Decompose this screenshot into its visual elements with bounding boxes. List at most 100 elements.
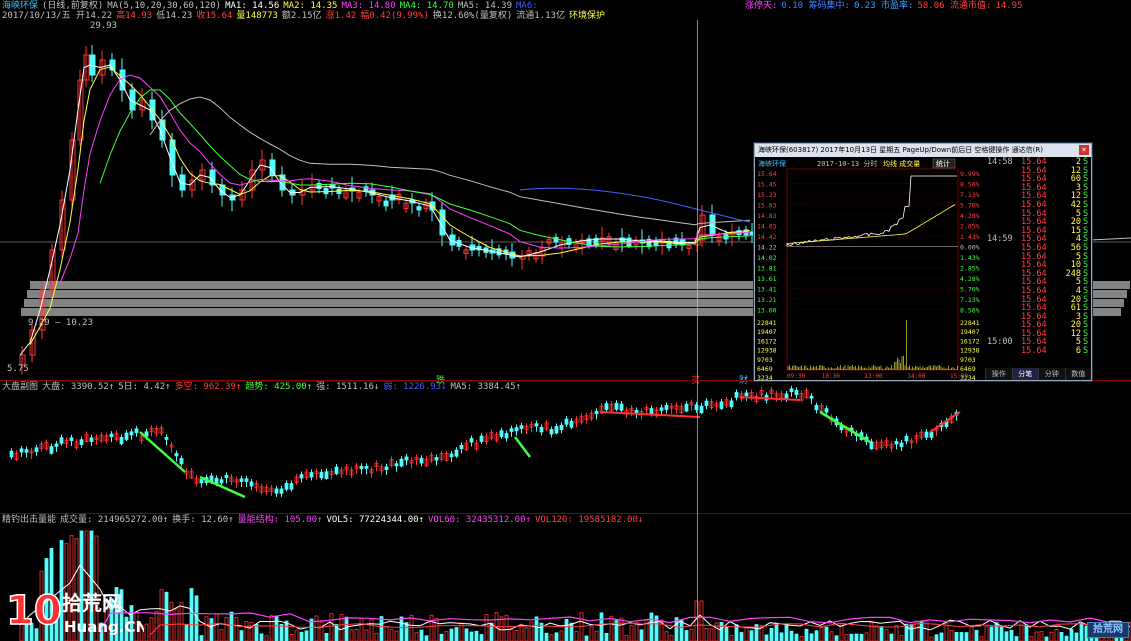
index-candle-body [309,472,314,478]
index-candle-body [504,433,509,439]
volume-bar [789,630,794,641]
index-candle-body [704,400,709,407]
pct-axis-label: 8.56% [960,307,980,315]
index-trend-segment [739,396,801,401]
volume-bar [234,617,239,641]
popup-tab-3[interactable]: 数值 [1064,368,1091,380]
volume-bar [244,621,249,641]
panel-divider [0,513,1131,514]
index-candle-body [479,435,484,442]
close-icon[interactable]: × [1079,145,1089,155]
trade-price: 15.64 [1021,346,1047,357]
index-candle-body [514,427,519,432]
pct-axis-label: 4.28% [960,212,980,220]
index-subchart[interactable] [0,382,1131,512]
volume-bar [604,632,609,641]
volume-bar [764,634,769,641]
intraday-popup-window[interactable]: 海峡环保(603817) 2017年10月13日 星期五 PageUp/Down… [754,143,1092,381]
price-axis-label: 15.64 [757,170,777,178]
pct-axis-label: 5.70% [960,202,980,210]
volume-bar [149,617,154,641]
index-candle-body [419,457,424,464]
volume-bar [219,629,224,641]
volume-bar [909,624,914,641]
index-candle-body [569,420,574,428]
index-candle-body [279,488,284,494]
volume-bar [464,628,469,641]
volume-bar [499,616,504,641]
volume-axis-label-right: 9703 [960,356,976,364]
popup-tab-0[interactable]: 操作 [985,368,1012,380]
index-candle-body [549,429,554,435]
index-candle-body [869,441,874,450]
volume-bar [519,623,524,641]
volume-bar [549,634,554,641]
volume-bar [894,625,899,641]
volume-bar [1074,632,1079,641]
volume-bar [204,616,209,641]
volume-axis-label: 9703 [757,356,773,364]
index-candle-body [219,479,224,484]
volume-bar [919,620,924,641]
volume-bar [404,622,409,641]
pct-axis-label: 1.43% [960,254,980,262]
index-candle-body [604,403,609,410]
volume-bar [719,621,724,641]
index-trend-segment [139,431,186,473]
volume-bar [834,635,839,641]
volume-bar [209,618,214,641]
tick-trade-list[interactable]: 14:58 15.64 2 S 15.64 12 S 15.64 60 S 15.64 3 S 15.64… [985,158,1091,368]
volume-bar [369,619,374,641]
index-candle-body [729,400,734,408]
volume-bar [1029,636,1034,641]
index-candle-body [109,433,114,438]
volume-bar [529,621,534,641]
volume-bar [799,636,804,641]
index-candle-body [284,482,289,490]
volume-bar [954,631,959,641]
volume-bar [429,614,434,641]
intraday-chart[interactable]: 海峡环保 2017-10-13 分时 均线 成交量 统计 15.64 9.99% 15.45… [755,158,983,380]
index-candle-body [664,405,669,410]
volume-bar [514,630,519,641]
pct-axis-label: 4.28% [960,275,980,283]
index-candle-body [54,443,59,447]
volume-bar [389,628,394,641]
volume-bar [144,623,149,641]
trade-side: S [1083,346,1089,357]
volume-subchart[interactable] [0,515,1131,641]
time-axis-label: 10:30 [822,373,840,380]
price-axis-label: 13.41 [757,286,777,294]
popup-tab-1[interactable]: 分笔 [1011,368,1038,380]
volume-bar [594,630,599,641]
popup-tab-2[interactable]: 分钟 [1038,368,1065,380]
popup-title: 海峡环保(603817) 2017年10月13日 星期五 PageUp/Down… [755,144,1091,157]
index-candle-body [49,446,54,454]
stat-button-label: 统计 [936,159,950,168]
time-axis-label: 15:00 [950,373,968,380]
volume-bar [214,613,219,641]
index-trend-segment [929,411,961,433]
volume-bar [599,612,604,641]
index-candle-body [619,403,624,411]
volume-bar [1019,624,1024,641]
candle-body [439,209,446,236]
index-candle-body [404,456,409,461]
volume-bar [969,626,974,641]
index-candle-body [224,475,229,479]
volume-bar [844,634,849,641]
volume-bar [479,634,484,641]
popup-tab-bar: 操作 分笔 分钟 数值 [985,368,1091,380]
index-candle-body [359,465,364,470]
pct-axis-label: 1.43% [960,233,980,241]
volume-bar [184,624,189,641]
volume-bar [574,631,579,641]
price-axis-label: 13.61 [757,275,777,283]
volume-bar [264,635,269,641]
volume-bar [434,617,439,641]
index-candle-body [534,423,539,427]
volume-bar [424,635,429,641]
volume-bar [474,630,479,641]
volume-bar [784,623,789,641]
index-candle-body [659,407,664,411]
